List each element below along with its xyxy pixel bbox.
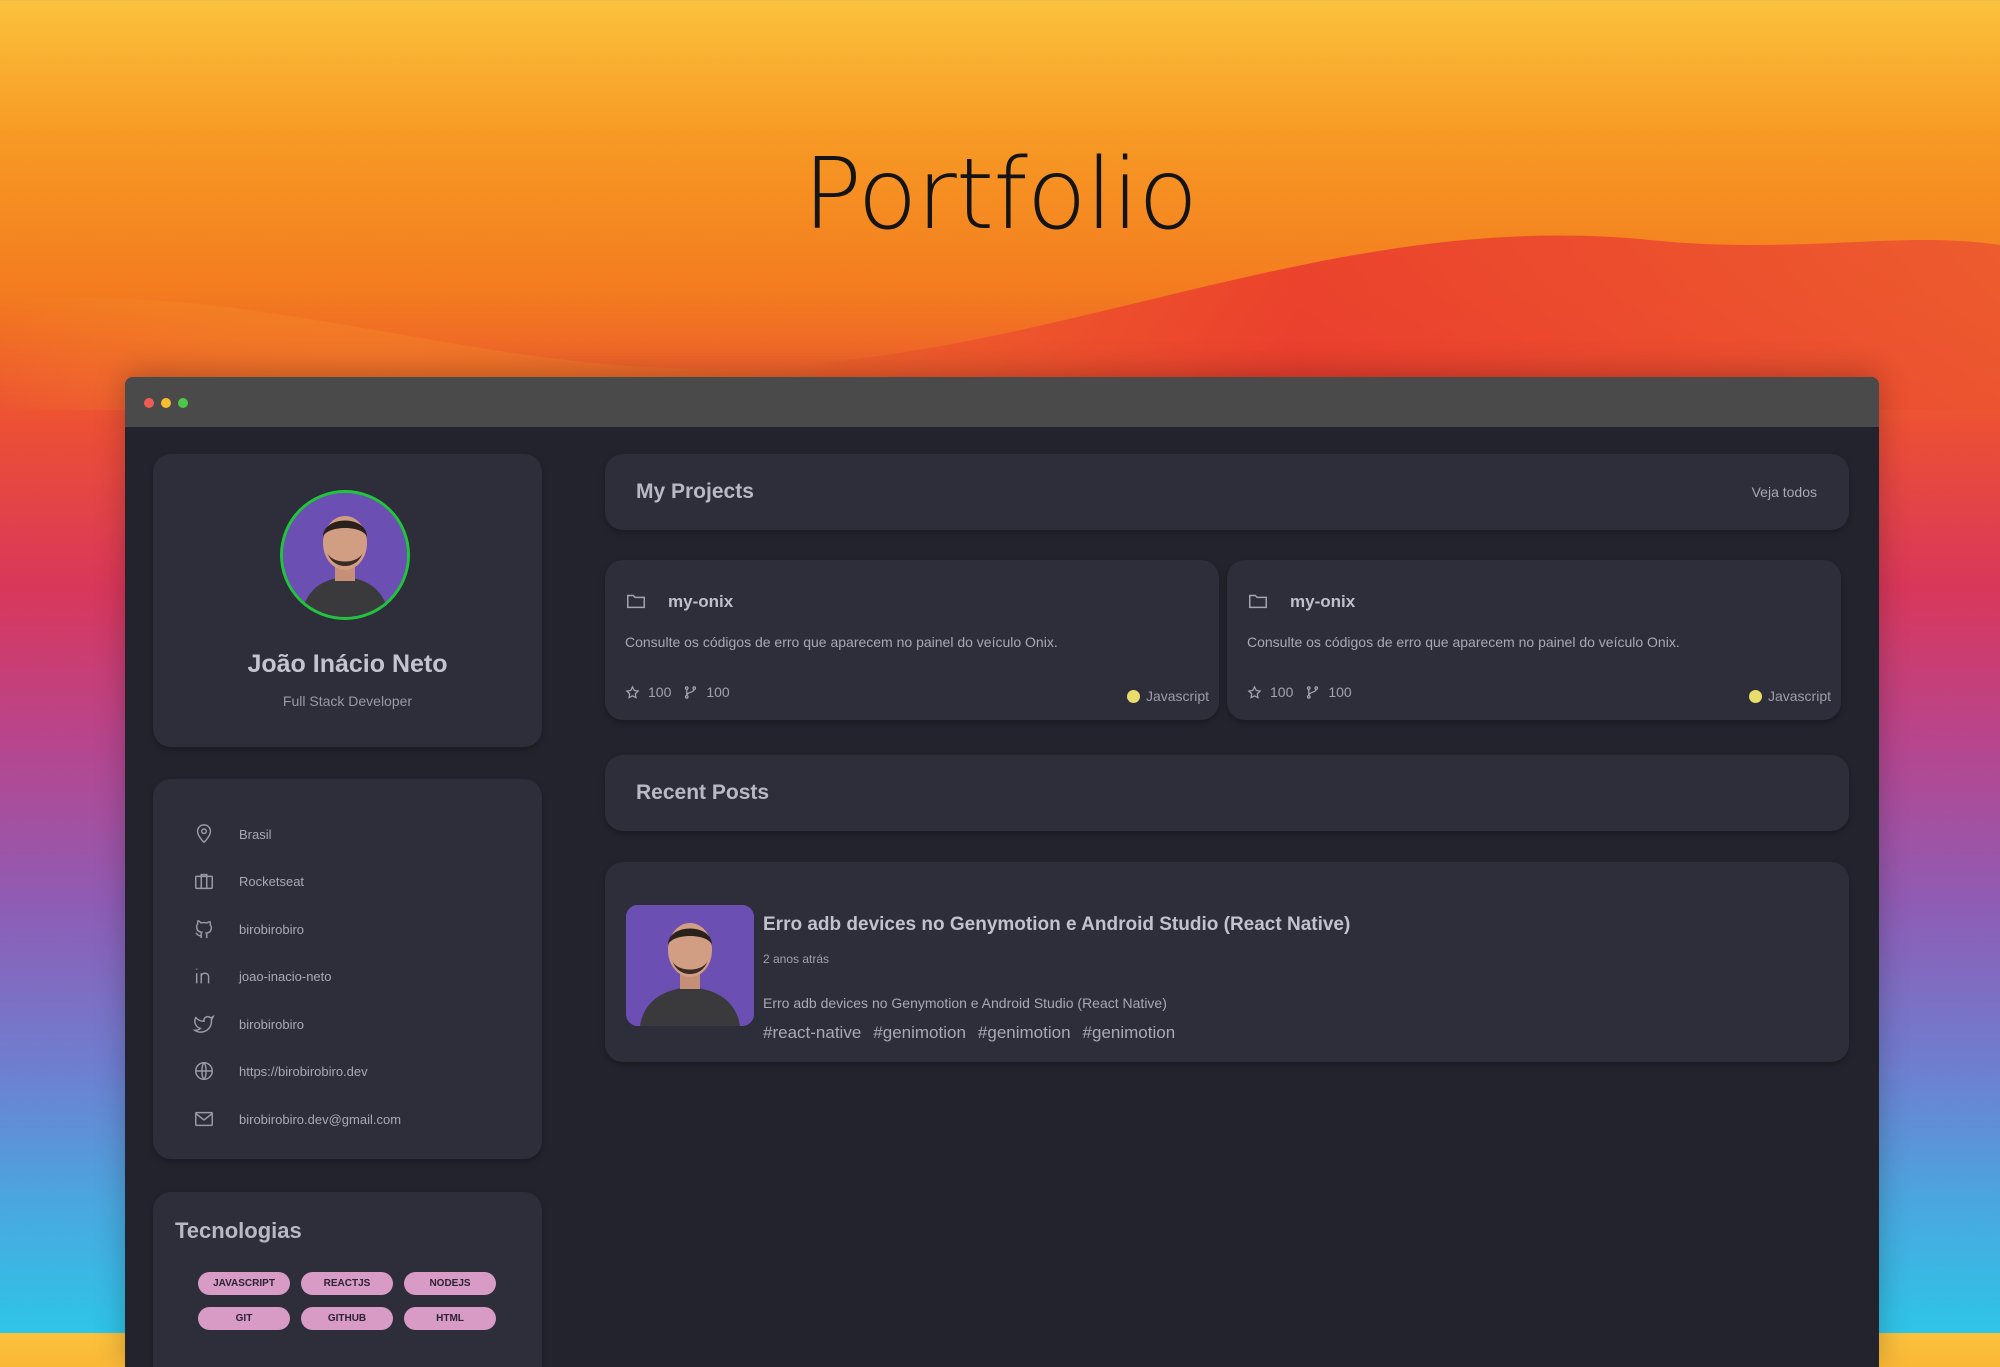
projects-title: My Projects — [636, 480, 754, 503]
project-language: Javascript — [1126, 688, 1209, 704]
info-twitter[interactable]: birobirobiro — [193, 1011, 304, 1037]
info-website[interactable]: https://birobirobiro.dev — [193, 1058, 368, 1084]
project-stats: 100 100 — [1247, 684, 1352, 700]
technologies-title: Tecnologias — [175, 1218, 302, 1243]
globe-icon — [195, 1062, 213, 1080]
recent-posts-title: Recent Posts — [636, 781, 770, 804]
browser-window: João Inácio Neto Full Stack Developer Br… — [125, 377, 1879, 1367]
folder-icon — [1249, 594, 1267, 609]
post-tag: #genimotion — [1082, 1023, 1176, 1042]
profile-name: João Inácio Neto — [247, 650, 448, 678]
github-icon — [195, 920, 213, 939]
see-all-link[interactable]: Veja todos — [1752, 484, 1817, 500]
post-card[interactable]: Erro adb devices no Genymotion e Android… — [605, 862, 1849, 1062]
project-forks: 100 — [1328, 684, 1352, 700]
tech-tag: JAVASCRIPT — [198, 1272, 290, 1295]
twitter-icon — [193, 1014, 215, 1033]
project-stats: 100 100 — [625, 684, 730, 700]
tech-tag: GIT — [198, 1307, 290, 1330]
maximize-window-button[interactable] — [178, 398, 188, 408]
minimize-window-button[interactable] — [161, 398, 171, 408]
project-stars: 100 — [648, 684, 672, 700]
post-excerpt: Erro adb devices no Genymotion e Android… — [763, 995, 1167, 1011]
tech-tag: HTML — [404, 1307, 496, 1330]
map-pin-icon — [196, 824, 212, 844]
folder-icon — [627, 594, 645, 609]
fork-icon — [1307, 685, 1319, 699]
language-dot — [1126, 689, 1140, 703]
project-card[interactable]: my-onix Consulte os códigos de erro que … — [605, 560, 1219, 720]
avatar-portrait-icon — [283, 493, 407, 617]
info-email[interactable]: birobirobiro.dev@gmail.com — [193, 1106, 401, 1132]
project-description: Consulte os códigos de erro que aparecem… — [625, 634, 1058, 650]
project-language: Javascript — [1748, 688, 1831, 704]
project-description: Consulte os códigos de erro que aparecem… — [1247, 634, 1680, 650]
window-titlebar — [125, 377, 1879, 427]
projects-header: My Projects Veja todos — [605, 454, 1849, 530]
star-icon — [625, 684, 640, 699]
recent-posts-header: Recent Posts — [605, 755, 1849, 831]
tech-tag: REACTJS — [301, 1272, 393, 1295]
post-tag: #genimotion — [977, 1023, 1071, 1042]
tech-tag: GITHUB — [301, 1307, 393, 1330]
profile-card: João Inácio Neto Full Stack Developer — [153, 454, 542, 747]
profile-role: Full Stack Developer — [282, 693, 413, 709]
info-linkedin[interactable]: joao-inacio-neto — [193, 963, 332, 989]
technologies-card: Tecnologias JAVASCRIPT REACTJS NODEJS GI… — [153, 1192, 542, 1367]
post-title[interactable]: Erro adb devices no Genymotion e Android… — [763, 914, 1350, 936]
tech-tag: NODEJS — [404, 1272, 496, 1295]
post-tag: #react-native — [763, 1023, 862, 1042]
info-card: Brasil Rocketseat birobirobiro joao-inac… — [153, 779, 542, 1159]
project-stars: 100 — [1270, 684, 1294, 700]
avatar — [280, 490, 410, 620]
info-location: Brasil — [193, 821, 272, 847]
briefcase-icon — [195, 873, 213, 890]
info-github[interactable]: birobirobiro — [193, 916, 304, 942]
close-window-button[interactable] — [144, 398, 154, 408]
info-company: Rocketseat — [193, 868, 304, 894]
language-dot — [1748, 689, 1762, 703]
linkedin-icon — [195, 968, 210, 984]
project-name: my-onix — [1290, 592, 1356, 611]
post-portrait-icon — [626, 905, 754, 1026]
post-date: 2 anos atrás — [763, 952, 830, 966]
fork-icon — [685, 685, 697, 699]
post-tags: #react-native #genimotion #genimotion #g… — [763, 1023, 1187, 1043]
project-card[interactable]: my-onix Consulte os códigos de erro que … — [1227, 560, 1841, 720]
mail-icon — [195, 1111, 213, 1127]
hero-title: Portfolio — [802, 138, 1198, 252]
project-name: my-onix — [668, 592, 734, 611]
post-thumbnail — [626, 905, 754, 1026]
star-icon — [1247, 684, 1262, 699]
post-tag: #genimotion — [873, 1023, 966, 1042]
project-forks: 100 — [706, 684, 730, 700]
